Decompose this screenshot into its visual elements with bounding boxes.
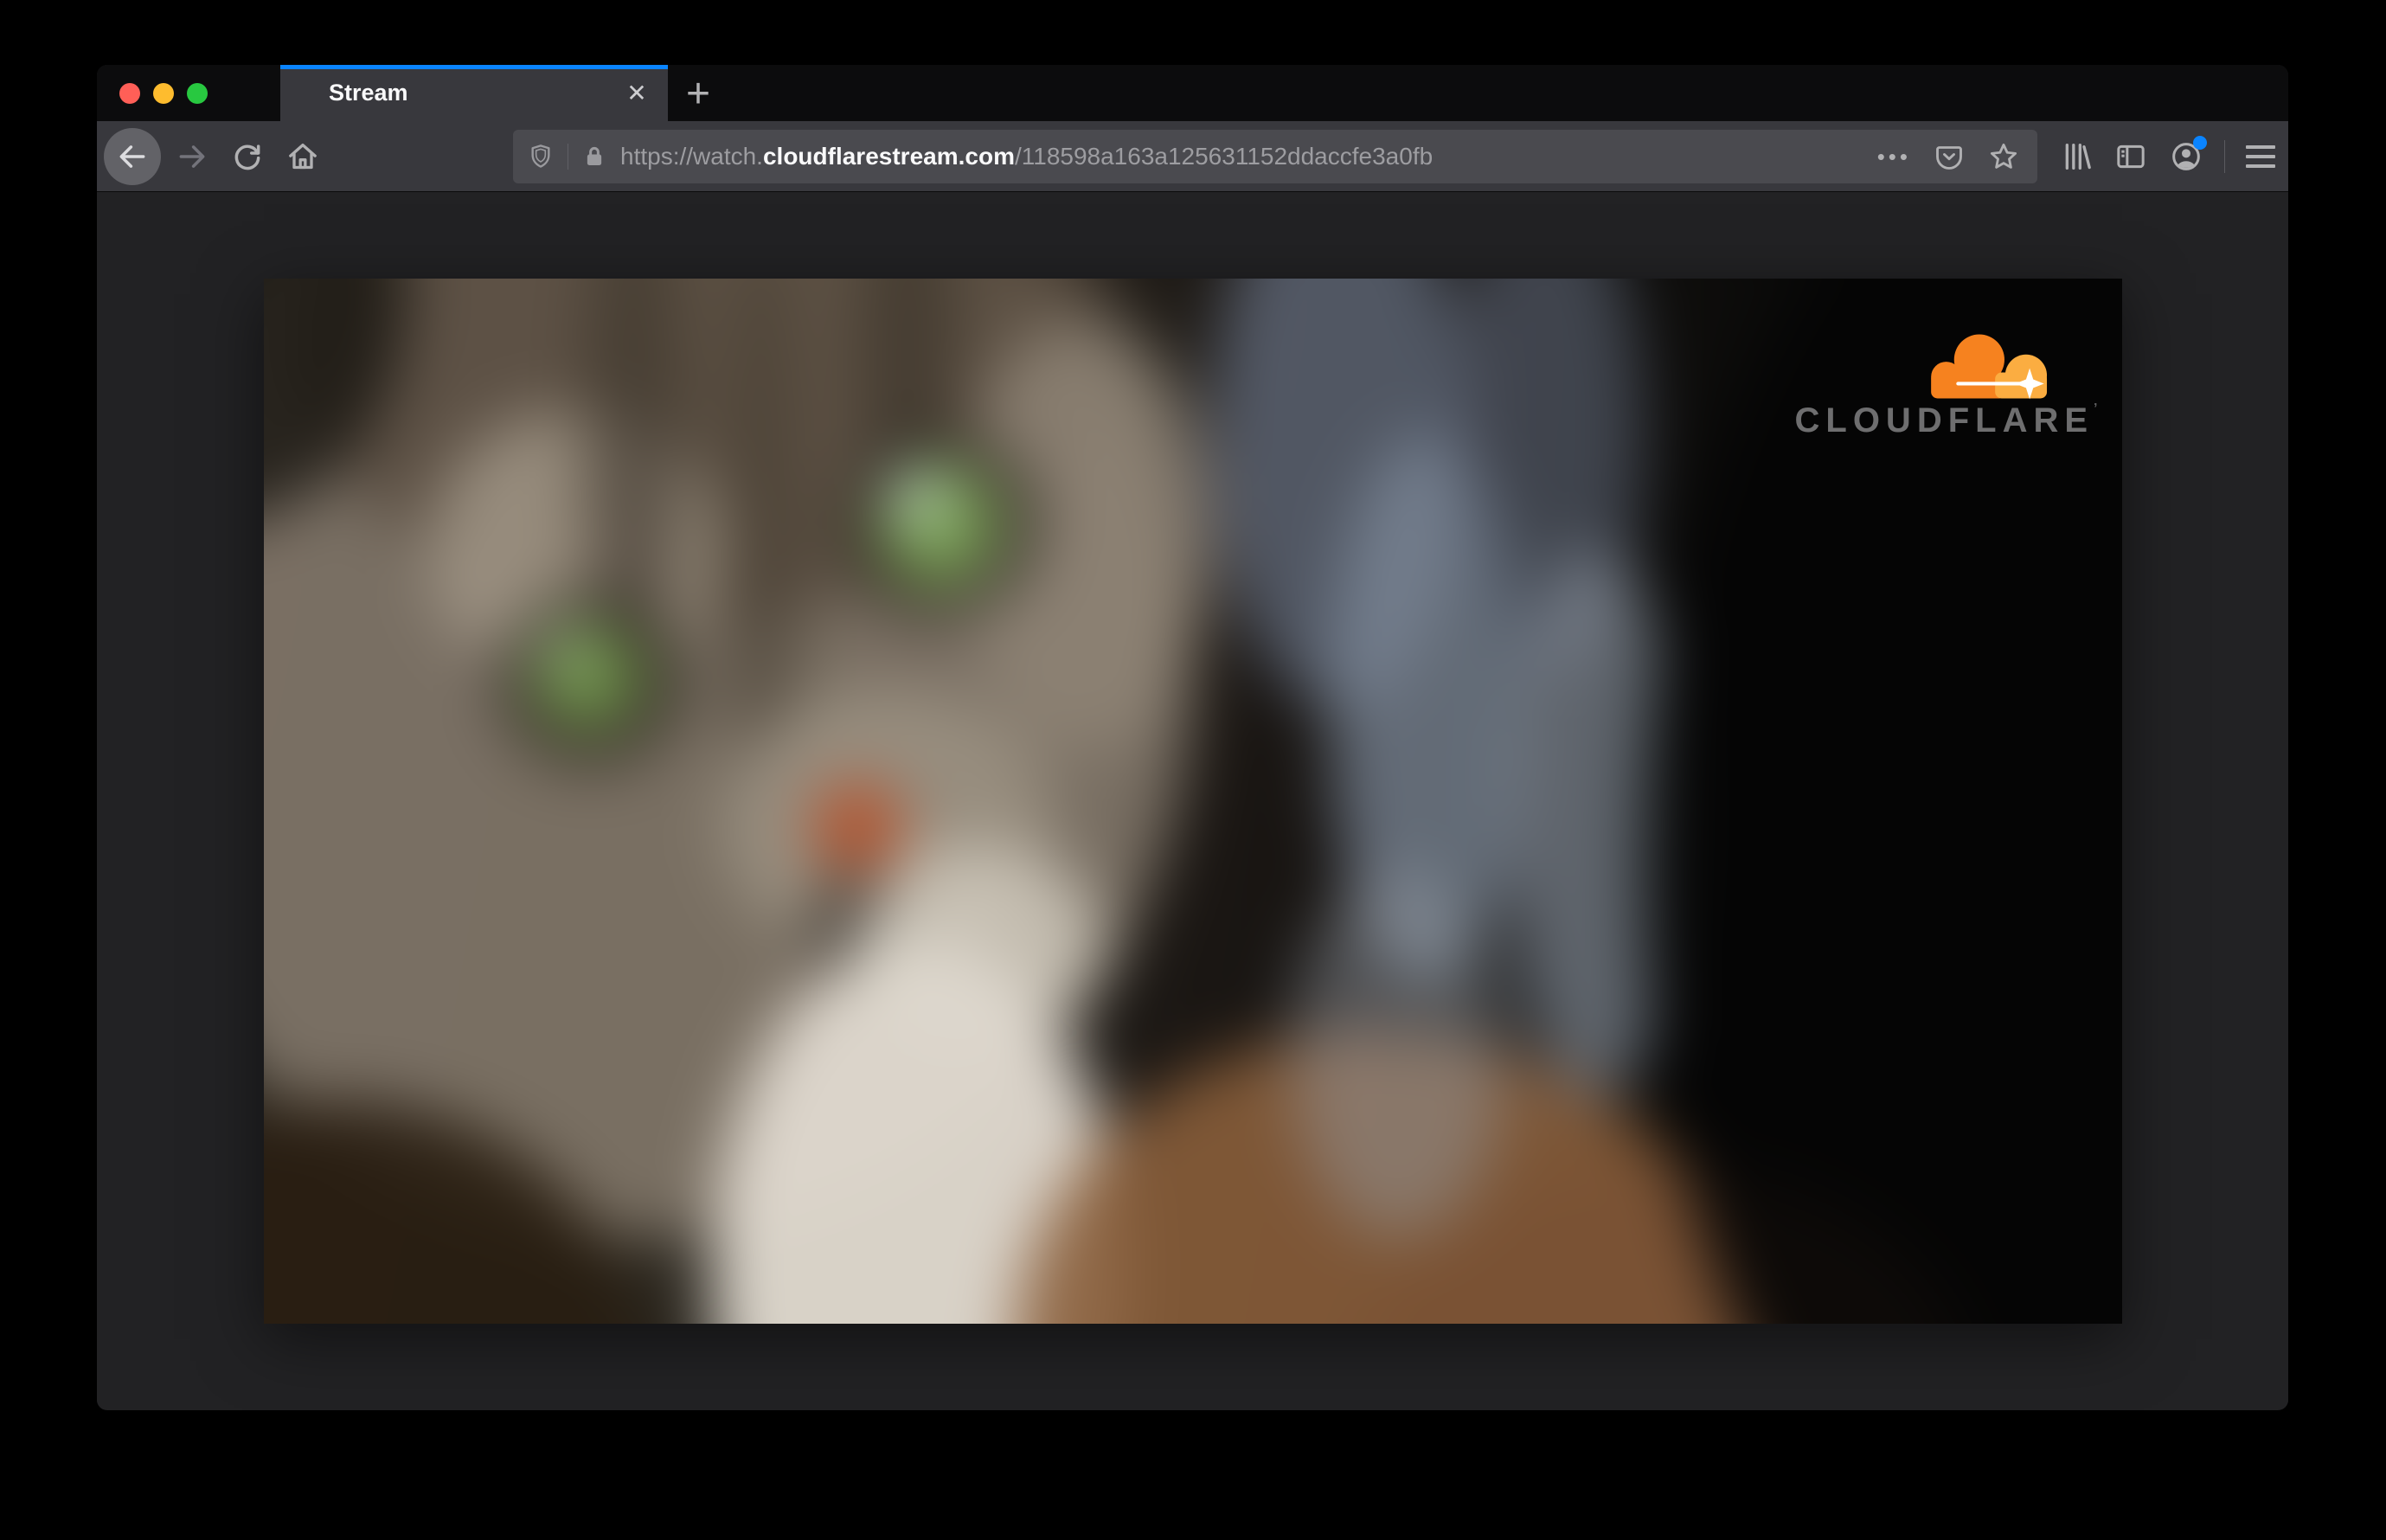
pocket-icon[interactable] — [1934, 141, 1965, 172]
tab-title: Stream — [329, 80, 408, 106]
window-close-button[interactable] — [119, 82, 140, 104]
sidebar-icon[interactable] — [2113, 139, 2148, 174]
account-notification-dot — [2193, 135, 2207, 150]
navigation-toolbar: https://watch.cloudflarestream.com/11859… — [97, 121, 2288, 192]
page-actions-icon[interactable]: ••• — [1877, 145, 1911, 168]
forward-icon — [179, 144, 205, 168]
home-icon — [289, 143, 317, 169]
cloudflare-wordmark: CLOUDFLARE’ — [1794, 401, 2098, 440]
forward-button[interactable] — [168, 128, 216, 185]
url-bar[interactable]: https://watch.cloudflarestream.com/11859… — [513, 129, 2037, 183]
shield-icon[interactable] — [527, 143, 555, 170]
account-button[interactable] — [2167, 135, 2207, 176]
cloudflare-cloud-icon — [1930, 333, 2047, 399]
reload-icon — [234, 144, 260, 170]
cloudflare-logo: CLOUDFLARE’ — [1794, 328, 2098, 440]
tab-close-icon[interactable]: ✕ — [619, 76, 654, 111]
bookmark-star-icon[interactable] — [1987, 140, 2020, 173]
library-icon[interactable] — [2060, 139, 2094, 174]
tab-bar: Stream ✕ + — [97, 65, 2288, 121]
active-tab-indicator — [280, 65, 668, 69]
trademark-mark: ’ — [2094, 401, 2098, 416]
cat-nose — [811, 783, 902, 870]
page-viewport: CLOUDFLARE’ — [97, 192, 2288, 1409]
reload-button[interactable] — [223, 128, 272, 185]
url-path: /118598a163a125631152ddaccfe3a0fb — [1014, 142, 1434, 170]
new-tab-button[interactable]: + — [675, 70, 722, 117]
menu-button[interactable] — [2246, 144, 2275, 168]
menu-icon — [2246, 144, 2275, 149]
window-zoom-button[interactable] — [187, 82, 208, 104]
url-display[interactable]: https://watch.cloudflarestream.com/11859… — [620, 143, 1877, 170]
urlbar-actions: ••• — [1877, 140, 2020, 173]
browser-window: Stream ✕ + https://watch.cloudflarestrea… — [97, 65, 2288, 1410]
url-scheme-subdomain: https://watch. — [620, 142, 763, 170]
back-button[interactable] — [104, 127, 161, 185]
toolbar-separator — [2224, 139, 2225, 173]
tab-stream[interactable]: Stream ✕ — [280, 65, 668, 121]
window-minimize-button[interactable] — [153, 82, 174, 104]
window-controls — [119, 65, 208, 121]
toolbar-right — [2037, 135, 2275, 176]
home-button[interactable] — [279, 128, 327, 185]
url-domain: cloudflarestream.com — [762, 142, 1015, 170]
back-icon — [119, 144, 145, 168]
lock-icon[interactable] — [581, 144, 607, 170]
video-player[interactable]: CLOUDFLARE’ — [263, 278, 2122, 1324]
